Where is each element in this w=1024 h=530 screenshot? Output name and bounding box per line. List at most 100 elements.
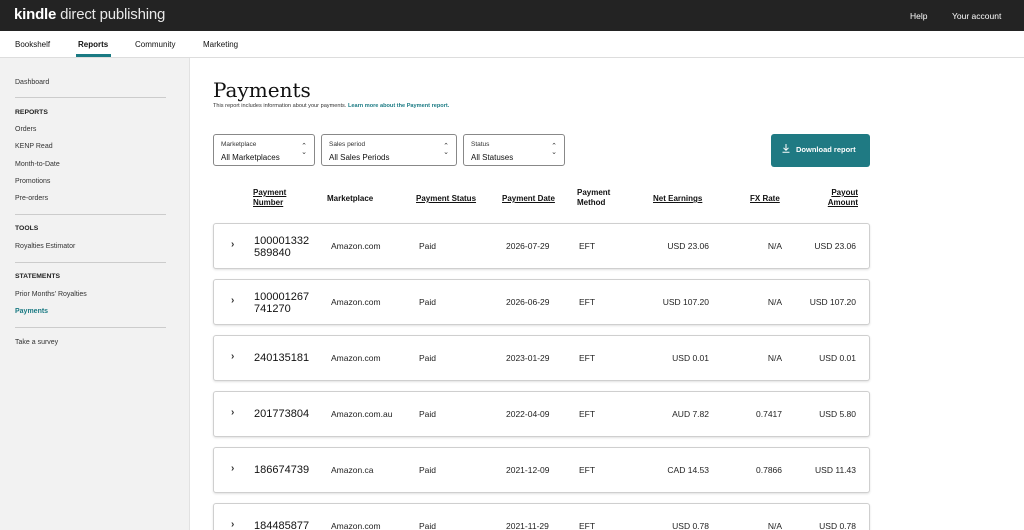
payout-amount-cell: USD 0.01 xyxy=(819,353,856,363)
chevron-right-icon[interactable]: › xyxy=(231,407,234,418)
payment-number-line: 186674739 xyxy=(254,464,310,476)
sidebar-divider xyxy=(15,214,166,215)
kdp-logo[interactable]: kindle direct publishing xyxy=(14,6,165,23)
sidebar-item-dashboard[interactable]: Dashboard xyxy=(15,79,49,86)
net-earnings-cell: USD 23.06 xyxy=(667,241,709,251)
chevron-right-icon[interactable]: › xyxy=(231,463,234,474)
payment-status-cell: Paid xyxy=(419,465,437,475)
sidebar-divider xyxy=(15,262,166,263)
status-select-label: Status xyxy=(471,141,490,148)
payment-number-line: 184485877 xyxy=(254,520,310,530)
fx-rate-cell: N/A xyxy=(767,297,782,307)
chevron-up-down-icon: ⌃ ⌄ xyxy=(551,143,557,156)
sidebar-item-orders[interactable]: Orders xyxy=(15,126,36,133)
status-select-value: All Statuses xyxy=(471,153,514,162)
col-header-line: Method xyxy=(577,198,606,207)
sales-period-select[interactable]: Sales period All Sales Periods ⌃ ⌄ xyxy=(321,134,457,166)
chevron-right-icon[interactable]: › xyxy=(231,239,234,250)
payment-date-cell: 2023-01-29 xyxy=(506,353,550,363)
payout-amount-cell: USD 23.06 xyxy=(814,241,856,251)
help-link[interactable]: Help xyxy=(910,11,927,21)
fx-rate-cell: N/A xyxy=(767,521,782,530)
payment-method-cell: EFT xyxy=(579,241,596,251)
payment-status-cell: Paid xyxy=(419,409,437,419)
status-select[interactable]: Status All Statuses ⌃ ⌄ xyxy=(463,134,565,166)
marketplace-select-value: All Marketplaces xyxy=(221,153,280,162)
sidebar-item-prior-months-royalties[interactable]: Prior Months' Royalties xyxy=(15,291,87,298)
col-header-payment-method: Payment Method xyxy=(577,188,610,208)
tab-community[interactable]: Community xyxy=(135,40,175,49)
marketplace-cell: Amazon.com xyxy=(331,353,381,363)
net-earnings-cell: CAD 14.53 xyxy=(667,465,709,475)
col-header-line: Amount xyxy=(827,198,858,207)
payment-number-line: 741270 xyxy=(254,303,291,315)
sidebar: Dashboard REPORTS Orders KENP Read Month… xyxy=(0,58,190,530)
col-header-net-earnings[interactable]: Net Earnings xyxy=(653,194,702,204)
col-header-payment-status[interactable]: Payment Status xyxy=(416,194,476,204)
sidebar-item-month-to-date[interactable]: Month-to-Date xyxy=(15,161,60,168)
payout-amount-cell: USD 11.43 xyxy=(815,465,856,475)
col-header-line: Payout xyxy=(831,188,858,197)
table-row[interactable]: › 100001332 589840 Amazon.com Paid 2026-07-29… xyxy=(213,223,870,269)
download-report-button[interactable]: Download report xyxy=(771,134,870,167)
col-header-payment-number[interactable]: Payment Number xyxy=(253,188,286,208)
col-header-payment-date[interactable]: Payment Date xyxy=(502,194,555,204)
payment-status-cell: Paid xyxy=(419,353,437,363)
net-earnings-cell: USD 0.01 xyxy=(672,353,709,363)
marketplace-cell: Amazon.com.au xyxy=(331,409,393,419)
col-header-line: Payment xyxy=(253,188,287,197)
chevron-up-down-icon: ⌃ ⌄ xyxy=(443,143,449,156)
tab-bookshelf[interactable]: Bookshelf xyxy=(15,40,50,49)
col-header-payout-amount[interactable]: Payout Amount xyxy=(818,188,858,208)
sidebar-item-promotions[interactable]: Promotions xyxy=(15,178,50,185)
payment-date-cell: 2021-12-09 xyxy=(506,465,550,475)
payment-method-cell: EFT xyxy=(579,297,596,307)
payment-status-cell: Paid xyxy=(419,241,437,251)
marketplace-cell: Amazon.com xyxy=(331,521,381,530)
sidebar-item-take-survey[interactable]: Take a survey xyxy=(15,339,58,346)
sidebar-item-kenp-read[interactable]: KENP Read xyxy=(15,143,53,150)
learn-more-link[interactable]: Learn more about the Payment report. xyxy=(348,103,449,109)
table-row[interactable]: › 186674739 Amazon.ca Paid 2021-12-09 EFT CAD … xyxy=(213,447,870,493)
table-row[interactable]: › 240135181 Amazon.com Paid 2023-01-29 EFT USD… xyxy=(213,335,870,381)
payment-number-line: 100001332 xyxy=(254,235,310,247)
payment-method-cell: EFT xyxy=(579,409,596,419)
chevron-up-down-icon: ⌃ ⌄ xyxy=(301,143,307,156)
payment-method-cell: EFT xyxy=(579,521,596,530)
payment-number: 240135181 xyxy=(254,352,324,364)
table-row[interactable]: › 100001267 741270 Amazon.com Paid 2026-06-29… xyxy=(213,279,870,325)
payout-amount-cell: USD 0.78 xyxy=(819,521,856,530)
sidebar-divider xyxy=(15,327,166,328)
table-row[interactable]: › 184485877 Amazon.com Paid 2021-11-29 EFT USD… xyxy=(213,503,870,530)
payment-method-cell: EFT xyxy=(579,353,596,363)
sales-period-select-label: Sales period xyxy=(329,141,366,148)
top-bar: kindle direct publishing Help Your accou… xyxy=(0,0,1024,31)
active-tab-indicator xyxy=(76,54,111,57)
table-row[interactable]: › 201773804 Amazon.com.au Paid 2022-04-09 EFT… xyxy=(213,391,870,437)
sidebar-heading-reports: REPORTS xyxy=(15,109,48,116)
payout-amount-cell: USD 5.80 xyxy=(819,409,856,419)
net-earnings-cell: USD 0.78 xyxy=(672,521,709,530)
payment-number-line: 240135181 xyxy=(254,352,310,364)
sidebar-item-payments[interactable]: Payments xyxy=(15,308,48,315)
col-header-line: Payment xyxy=(577,188,611,197)
payment-status-cell: Paid xyxy=(419,297,437,307)
marketplace-select-label: Marketplace xyxy=(221,141,257,148)
payment-number-line: 589840 xyxy=(254,247,291,259)
your-account-link[interactable]: Your account xyxy=(952,11,1001,21)
chevron-right-icon[interactable]: › xyxy=(231,351,234,362)
payment-number: 201773804 xyxy=(254,408,324,420)
sidebar-item-royalties-estimator[interactable]: Royalties Estimator xyxy=(15,243,75,250)
tab-marketing[interactable]: Marketing xyxy=(203,40,238,49)
logo-kindle-text: kindle xyxy=(14,6,57,23)
payment-number-line: 100001267 xyxy=(254,291,310,303)
payment-number: 186674739 xyxy=(254,464,324,476)
download-icon xyxy=(782,144,790,155)
tab-reports[interactable]: Reports xyxy=(78,40,108,49)
chevron-right-icon[interactable]: › xyxy=(231,295,234,306)
marketplace-select[interactable]: Marketplace All Marketplaces ⌃ ⌄ xyxy=(213,134,315,166)
sidebar-item-pre-orders[interactable]: Pre-orders xyxy=(15,195,48,202)
payout-amount-cell: USD 107.20 xyxy=(809,297,856,307)
col-header-fx-rate[interactable]: FX Rate xyxy=(750,194,780,204)
chevron-right-icon[interactable]: › xyxy=(231,519,234,530)
